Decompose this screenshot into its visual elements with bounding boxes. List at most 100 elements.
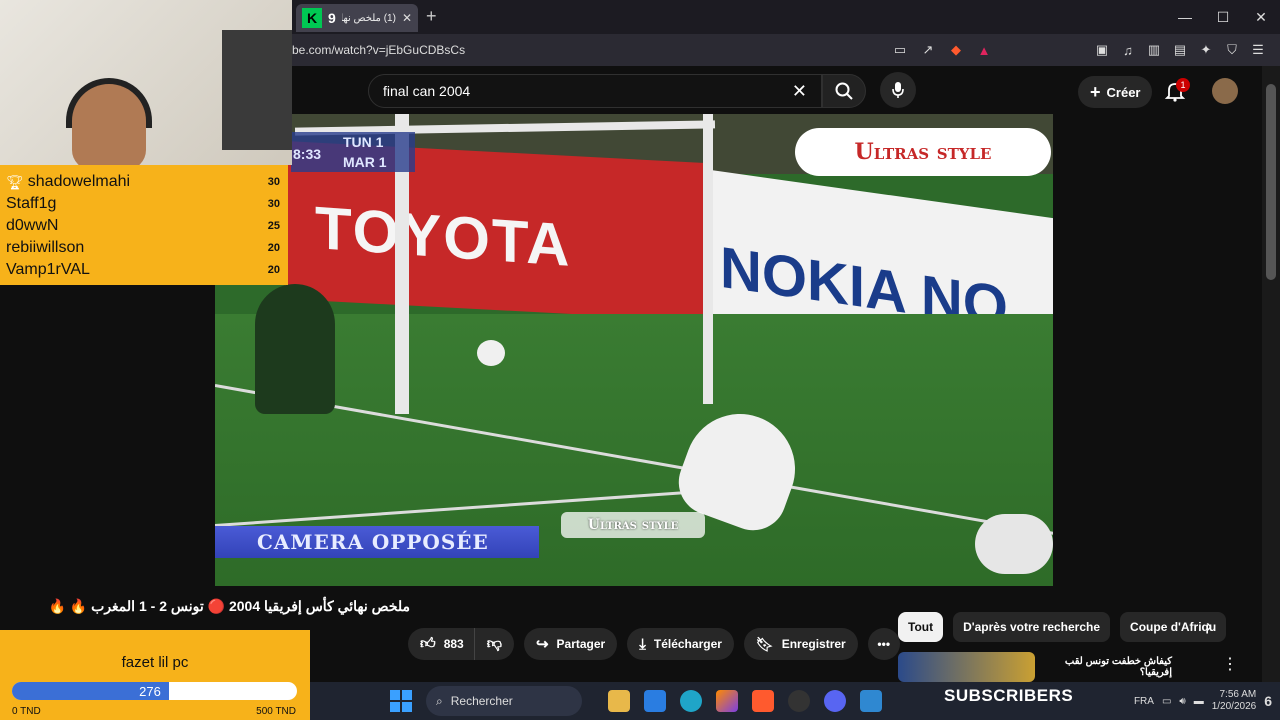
scroll-thumb[interactable] (1266, 84, 1276, 280)
windows-start-icon[interactable] (390, 690, 412, 712)
download-button[interactable]: ⤓ Télécharger (627, 628, 734, 660)
leaderboard-row: Vamp1rVAL 20 (6, 259, 282, 281)
new-tab-icon[interactable]: + (426, 6, 437, 27)
file-explorer-icon[interactable] (608, 690, 630, 712)
vpn-icon[interactable]: ⛉ (1222, 40, 1242, 60)
maximize-icon[interactable]: ☐ (1204, 0, 1242, 34)
goal-name: fazet lil pc (121, 654, 189, 671)
more-dots-icon: ••• (877, 637, 891, 651)
tab-badge: 9 (328, 10, 336, 26)
notification-badge[interactable]: 6 (1264, 693, 1272, 709)
plus-icon: + (1090, 81, 1101, 102)
clear-search-icon[interactable]: ✕ (792, 81, 807, 102)
create-button[interactable]: + Créer (1078, 76, 1153, 108)
browser-tab[interactable]: K 9 (1) ملخص نهائي ✕ (296, 4, 418, 32)
headset (66, 78, 152, 128)
obs-icon[interactable] (788, 690, 810, 712)
chip-from-search[interactable]: D'après votre recherche (953, 612, 1111, 642)
search-input[interactable]: final can 2004 (383, 83, 792, 99)
volume-icon[interactable]: 🔊︎ (1179, 696, 1185, 707)
watermark-mid: Ultras style (561, 512, 705, 538)
edge-icon[interactable] (680, 690, 702, 712)
share-button[interactable]: ↪ Partager (523, 628, 618, 660)
url-field[interactable]: be.com/watch?v=jEbGuCDBsCs (292, 43, 465, 57)
dislike-button[interactable]: 👎︎ (473, 628, 514, 660)
vertical-dots-icon[interactable]: ⋮ (1222, 652, 1238, 682)
leaderboard-score: 20 (267, 242, 280, 254)
leaderboard-score: 20 (267, 264, 280, 276)
clock[interactable]: 7:56 AM 1/20/2026 (1212, 689, 1257, 713)
close-window-icon[interactable]: ✕ (1242, 0, 1280, 34)
ball (477, 340, 505, 366)
goal-post-right (703, 114, 713, 404)
extension-icons: ▣ ♫ ▥ ▤ ✦ ⛉ ☰ (1092, 40, 1268, 60)
taskbar-search-label: Rechercher (450, 694, 513, 708)
search-button[interactable] (822, 74, 866, 108)
scrollbar[interactable] (1262, 66, 1280, 682)
battery-icon[interactable]: ▬ (1194, 696, 1204, 707)
recommended-title[interactable]: كيفاش خطفت تونس لقب إفريقيا؟ (1045, 652, 1172, 682)
webcam-overlay (0, 0, 292, 165)
share-icon[interactable]: ↗ (918, 40, 938, 60)
video-player[interactable]: TOYOTA NOKIA NO 8:33 TUN 1 MAR 1 Ultras … (215, 114, 1053, 586)
leaderboard-name: Vamp1rVAL (6, 261, 90, 278)
team2-score: MAR 1 (343, 154, 387, 170)
create-label: Créer (1106, 84, 1141, 100)
rewards-icon[interactable]: ▲ (974, 40, 994, 60)
team1-score: TUN 1 (343, 134, 384, 150)
reader-icon[interactable]: ▣ (1092, 40, 1112, 60)
network-icon[interactable]: ▭ (1162, 696, 1171, 707)
trophy-icon: 🏆︎ (6, 173, 24, 190)
thumbs-down-icon: 👎︎ (486, 635, 502, 652)
search-icon (835, 82, 853, 100)
discord-icon[interactable] (824, 690, 846, 712)
recommended-thumbnail[interactable] (898, 652, 1035, 682)
chevron-right-icon[interactable]: › (1206, 616, 1212, 637)
leaderboard-row: rebiiwillson 20 (6, 237, 282, 259)
account-avatar[interactable] (1212, 78, 1238, 104)
search-box[interactable]: final can 2004 ✕ (368, 74, 822, 108)
leaderboard-name: Staff1g (6, 195, 57, 212)
goalkeeper (255, 284, 335, 414)
goal-max: 500 TND (256, 706, 296, 717)
brave-icon[interactable] (752, 690, 774, 712)
menu-icon[interactable]: ☰ (1248, 40, 1268, 60)
filter-chips: Tout D'après votre recherche Coupe d'Afr… (898, 612, 1227, 642)
language-indicator[interactable]: FRA (1134, 696, 1154, 707)
leaderboard-row: d0wwN 25 (6, 215, 282, 237)
minimize-icon[interactable]: — (1166, 0, 1204, 34)
recommended-video[interactable]: كيفاش خطفت تونس لقب إفريقيا؟ ⋮ (898, 652, 1238, 682)
cast-icon[interactable]: ▭ (890, 40, 910, 60)
voice-search-button[interactable] (880, 72, 916, 108)
copilot-icon[interactable] (716, 690, 738, 712)
sidebar-icon[interactable]: ▥ (1144, 40, 1164, 60)
clock-time: 7:56 AM (1219, 689, 1257, 700)
brave-shield-icon[interactable]: ◆ (946, 40, 966, 60)
share-arrow-icon: ↪ (535, 636, 549, 653)
like-button[interactable]: 👍︎ 883 (408, 628, 474, 660)
download-label: Télécharger (653, 637, 722, 651)
leaderboard-name: rebiiwillson (6, 239, 85, 256)
microphone-icon (892, 82, 904, 98)
thumbs-up-icon: 👍︎ (420, 635, 436, 652)
donation-goal-overlay: fazet lil pc 276 0 TND 500 TND (0, 630, 310, 720)
search-icon: ⌕ (436, 693, 443, 708)
screen: K 9 (1) ملخص نهائي ✕ + — ☐ ✕ be.com/watc… (0, 0, 1280, 720)
taskbar-search[interactable]: ⌕ Rechercher (426, 686, 582, 716)
more-actions-button[interactable]: ••• (867, 628, 900, 660)
wallet-icon[interactable]: ▤ (1170, 40, 1190, 60)
photos-icon[interactable] (860, 690, 882, 712)
music-icon[interactable]: ♫ (1118, 40, 1138, 60)
save-button[interactable]: 🔖︎ Enregistrer (743, 628, 858, 660)
taskbar: ⌕ Rechercher FRA ▭ 🔊︎ ▬ 7:56 AM 1/20/202… (310, 682, 1280, 720)
close-tab-icon[interactable]: ✕ (402, 11, 412, 25)
leaderboard-score: 30 (267, 198, 280, 210)
store-icon[interactable] (644, 690, 666, 712)
goal-current-amount: 276 (139, 684, 161, 699)
subscribers-overlay: SUBSCRIBERS (944, 686, 1074, 705)
video-title: ملخص نهائي كأس إفريقيا 2004 🔴 تونس 2 - 1… (48, 598, 411, 614)
leaderboard-name: d0wwN (6, 217, 59, 234)
kick-icon: K (302, 8, 322, 28)
leo-icon[interactable]: ✦ (1196, 40, 1216, 60)
chip-all[interactable]: Tout (898, 612, 944, 642)
